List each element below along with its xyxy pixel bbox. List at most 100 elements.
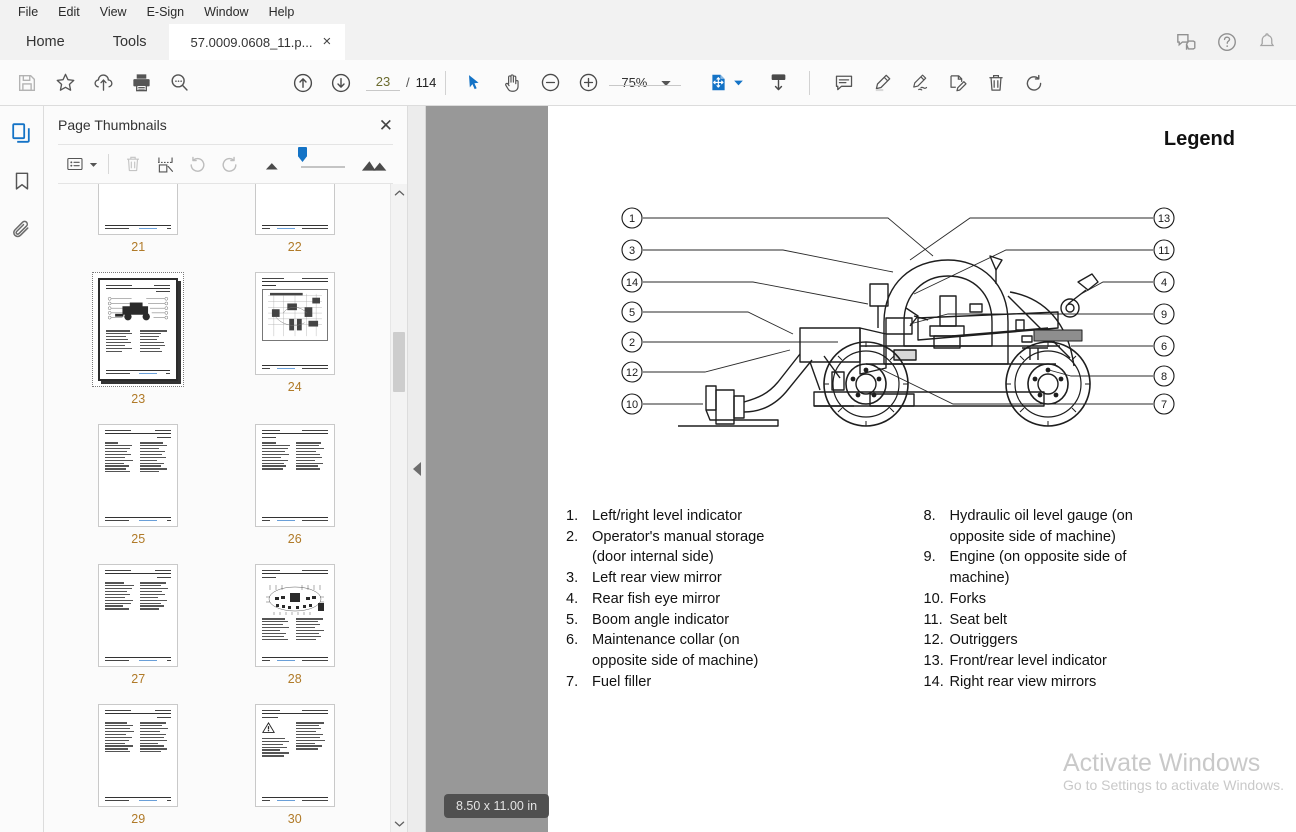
thumbnail-size-slider[interactable] xyxy=(265,147,391,173)
rotate-clockwise-icon[interactable] xyxy=(214,150,244,178)
page-scrolling-button[interactable] xyxy=(759,64,797,102)
thumbnail-item[interactable]: 28 xyxy=(217,554,374,694)
thumbnail-size-slider-knob[interactable] xyxy=(298,147,307,162)
legend-item-text: Engine (on opposite side of xyxy=(949,549,1127,566)
rotate-button[interactable] xyxy=(1015,64,1053,102)
fill-and-sign-button[interactable] xyxy=(939,64,977,102)
thumbnail-page-preview xyxy=(254,272,335,375)
menu-help[interactable]: Help xyxy=(259,2,305,22)
legend-item-text: Outriggers xyxy=(949,632,1018,649)
bookmarks-icon[interactable] xyxy=(7,166,37,196)
menu-esign[interactable]: E-Sign xyxy=(137,2,195,22)
legend-item-text: Front/rear level indicator xyxy=(949,652,1107,669)
legend-item-number: 14. xyxy=(923,673,944,690)
svg-text:11: 11 xyxy=(1158,245,1169,257)
hand-tool-button[interactable] xyxy=(493,64,531,102)
current-page-input[interactable]: 23 xyxy=(366,74,400,91)
favorite-star-icon[interactable] xyxy=(46,64,84,102)
zoom-out-button[interactable] xyxy=(531,64,569,102)
help-icon[interactable] xyxy=(1216,31,1238,53)
extract-pages-icon[interactable] xyxy=(150,150,180,178)
search-icon[interactable] xyxy=(160,64,198,102)
svg-text:10: 10 xyxy=(626,399,638,411)
previous-page-button[interactable] xyxy=(284,64,322,102)
acrobat-window: File Edit View E-Sign Window Help Home T… xyxy=(0,0,1296,832)
highlight-text-button[interactable] xyxy=(863,64,901,102)
scrollbar-thumb[interactable] xyxy=(393,332,405,392)
legend-item: 13. Front/rear level indicator xyxy=(924,651,1282,672)
scroll-up-arrow-icon[interactable] xyxy=(391,184,407,201)
page-navigation: 23 / 114 xyxy=(366,74,436,91)
thumbnails-panel-title: Page Thumbnails xyxy=(58,117,167,133)
decrease-thumbnail-size-icon[interactable] xyxy=(265,157,285,171)
fit-page-chevron-icon[interactable] xyxy=(732,76,745,89)
delete-pages-icon[interactable] xyxy=(118,150,148,178)
svg-text:5: 5 xyxy=(629,307,635,319)
legend-item-number: 3. xyxy=(566,570,579,587)
close-icon[interactable]: ✕ xyxy=(379,117,393,134)
legend-item-continuation: (door internal side) xyxy=(566,547,924,568)
menu-edit[interactable]: Edit xyxy=(48,2,90,22)
thumbnail-item[interactable]: 25 xyxy=(60,414,217,554)
thumbnail-item[interactable]: 22 xyxy=(217,184,374,262)
increase-thumbnail-size-icon[interactable] xyxy=(361,156,391,172)
legend-item-number: 5. xyxy=(566,611,579,628)
rotate-counterclockwise-icon[interactable] xyxy=(182,150,212,178)
telehandler-diagram: 13 14 5 2 12 10 13 11 49 68 7 xyxy=(618,196,1248,436)
legend-item-text: Left rear view mirror xyxy=(592,570,722,587)
legend-item-number: 9. xyxy=(923,549,936,566)
sign-button[interactable] xyxy=(901,64,939,102)
menu-view[interactable]: View xyxy=(90,2,137,22)
delete-button[interactable] xyxy=(977,64,1015,102)
zoom-level-control[interactable]: 75% xyxy=(607,75,682,90)
document-viewport[interactable]: Legend 1 3 14 5 2 12 10 13 11 4 9 6 8 7 … xyxy=(426,106,1296,832)
tab-document[interactable]: 57.0009.0608_11.p... × xyxy=(168,24,346,60)
zoom-in-button[interactable] xyxy=(569,64,607,102)
thumbnail-page-preview xyxy=(98,184,179,235)
thumbnail-item[interactable]: 27 xyxy=(60,554,217,694)
options-menu-icon[interactable] xyxy=(60,150,90,178)
menu-window[interactable]: Window xyxy=(194,2,258,22)
upload-cloud-icon[interactable] xyxy=(84,64,122,102)
thumbnail-item[interactable]: 24 xyxy=(217,262,374,414)
scroll-down-arrow-icon[interactable] xyxy=(391,815,407,832)
thumbnails-scroll-area[interactable]: 21 22 23 24 25 26 27 28 29 30 xyxy=(44,184,407,832)
page-thumbnails-icon[interactable] xyxy=(7,118,37,148)
legend-item: 1. Left/right level indicator xyxy=(566,506,924,527)
tab-close-icon[interactable]: × xyxy=(318,34,335,51)
add-comment-button[interactable] xyxy=(825,64,863,102)
thumbnail-item[interactable]: 30 xyxy=(217,694,374,832)
menu-bar: File Edit View E-Sign Window Help xyxy=(0,0,1296,24)
legend-item-continuation: opposite side of machine) xyxy=(924,527,1282,548)
svg-text:9: 9 xyxy=(1161,309,1167,321)
next-page-button[interactable] xyxy=(322,64,360,102)
tab-home[interactable]: Home xyxy=(0,24,91,60)
thumbnail-item-selected[interactable]: 23 xyxy=(60,262,217,414)
svg-text:3: 3 xyxy=(629,245,635,257)
thumbnail-item[interactable]: 29 xyxy=(60,694,217,832)
legend-item-number: 6. xyxy=(566,632,579,649)
thumbnail-item[interactable]: 26 xyxy=(217,414,374,554)
select-tool-button[interactable] xyxy=(455,64,493,102)
left-icon-rail xyxy=(0,106,44,832)
legend-item-text: Seat belt xyxy=(949,611,1008,628)
chevron-down-icon[interactable] xyxy=(659,76,673,90)
thumbnail-page-preview xyxy=(98,704,179,807)
save-button[interactable] xyxy=(8,64,46,102)
menu-file[interactable]: File xyxy=(8,2,48,22)
notification-bell-icon[interactable] xyxy=(1256,31,1278,53)
legend-item-number: 8. xyxy=(923,508,936,524)
thumbnail-page-preview xyxy=(254,704,335,807)
legend-item-text: Maintenance collar (on xyxy=(592,632,740,649)
thumbnail-item[interactable]: 21 xyxy=(60,184,217,262)
options-chevron-down-icon[interactable] xyxy=(88,159,99,170)
thumbnails-scrollbar[interactable] xyxy=(390,184,407,832)
tab-tools[interactable]: Tools xyxy=(91,24,169,60)
share-feedback-icon[interactable] xyxy=(1176,31,1198,53)
svg-text:12: 12 xyxy=(626,367,638,379)
thumbnail-page-number: 21 xyxy=(131,240,146,254)
print-button[interactable] xyxy=(122,64,160,102)
page-size-badge: 8.50 x 11.00 in xyxy=(444,794,550,818)
panel-collapse-handle[interactable] xyxy=(408,106,426,832)
attachments-icon[interactable] xyxy=(7,214,37,244)
